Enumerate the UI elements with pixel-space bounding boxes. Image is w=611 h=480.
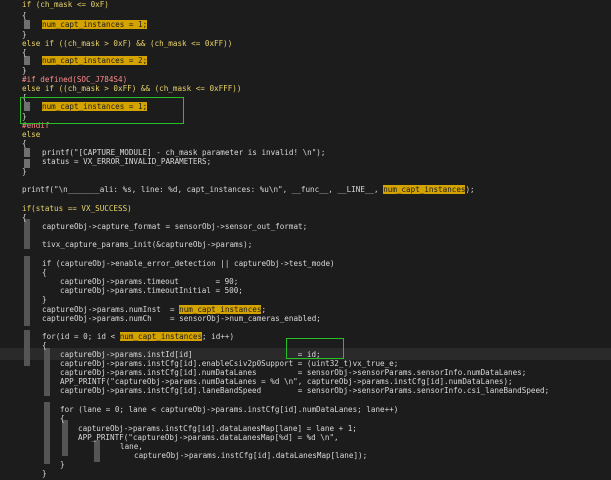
code-text: { bbox=[42, 341, 47, 350]
code-line[interactable]: { bbox=[22, 10, 27, 22]
gutter-block bbox=[62, 420, 68, 456]
code-line[interactable]: else if ((ch_mask > 0xFF) && (ch_mask <=… bbox=[22, 83, 241, 95]
code-line[interactable]: { bbox=[22, 212, 27, 224]
code-text: captureObj->params.instCfg[id].dataLanes… bbox=[134, 451, 368, 460]
code-text: } bbox=[42, 295, 47, 304]
code-line[interactable]: captureObj->capture_format = sensorObj->… bbox=[42, 221, 307, 233]
search-match: num_capt_instances bbox=[383, 185, 466, 194]
code-line[interactable]: } bbox=[60, 459, 65, 471]
code-text: for (lane = 0; lane < captureObj->params… bbox=[60, 405, 399, 414]
code-text: captureObj->params.timeoutInitial = 500; bbox=[60, 286, 243, 295]
code-text: for(id = 0; id < num_capt_instances; id+… bbox=[42, 332, 235, 341]
code-text: else if ((ch_mask > 0xFF) && (ch_mask <=… bbox=[22, 84, 242, 93]
code-text: { bbox=[60, 414, 65, 423]
code-line[interactable]: tivx_capture_params_init(&captureObj->pa… bbox=[42, 239, 252, 251]
code-text: APP_PRINTF("captureObj->params.dataLanes… bbox=[78, 433, 339, 442]
code-text: captureObj->params.instCfg[id].laneBandS… bbox=[60, 386, 550, 395]
code-line[interactable]: } bbox=[42, 468, 47, 480]
code-text: if(status == VX_SUCCESS) bbox=[22, 204, 132, 213]
code-text: { bbox=[42, 268, 47, 277]
code-line[interactable]: for (lane = 0; lane < captureObj->params… bbox=[60, 404, 398, 416]
code-text: { bbox=[22, 48, 27, 57]
code-line[interactable]: { bbox=[22, 47, 27, 59]
code-text: status = VX_ERROR_INVALID_PARAMETERS; bbox=[42, 157, 212, 166]
code-line[interactable]: else if ((ch_mask > 0xF) && (ch_mask <= … bbox=[22, 38, 232, 50]
gutter-block bbox=[44, 402, 50, 464]
code-line[interactable]: { bbox=[42, 340, 47, 352]
code-line[interactable]: num_capt_instances = 1; bbox=[42, 19, 148, 31]
code-line[interactable]: printf("\n_______ali: %s, line: %d, capt… bbox=[22, 184, 475, 196]
code-line[interactable]: { bbox=[60, 413, 65, 425]
code-line[interactable]: captureObj->params.instCfg[id].dataLanes… bbox=[134, 450, 367, 462]
annotation-box bbox=[20, 97, 184, 124]
gutter-block bbox=[24, 256, 30, 326]
gutter-block bbox=[44, 348, 50, 396]
code-text: captureObj->capture_format = sensorObj->… bbox=[42, 222, 308, 231]
code-text: { bbox=[22, 213, 27, 222]
annotation-box bbox=[286, 338, 344, 359]
code-text: if (captureObj->enable_error_detection |… bbox=[42, 259, 335, 268]
code-line[interactable]: status = VX_ERROR_INVALID_PARAMETERS; bbox=[42, 156, 211, 168]
code-text: printf("\n_______ali: %s, line: %d, capt… bbox=[22, 185, 475, 194]
code-text: } bbox=[22, 167, 27, 176]
code-text: else if ((ch_mask > 0xF) && (ch_mask <= … bbox=[22, 39, 233, 48]
code-line[interactable]: captureObj->params.numCh = sensorObj->nu… bbox=[42, 313, 321, 325]
code-line[interactable]: } bbox=[22, 166, 27, 178]
code-text: { bbox=[22, 11, 27, 20]
gutter-block bbox=[24, 330, 30, 366]
code-text: tivx_capture_params_init(&captureObj->pa… bbox=[42, 240, 253, 249]
code-line[interactable]: APP_PRINTF("captureObj->params.dataLanes… bbox=[78, 432, 339, 444]
code-text: { bbox=[22, 139, 27, 148]
code-text: } bbox=[60, 460, 65, 469]
search-match: num_capt_instances = 1; bbox=[42, 20, 148, 29]
code-line[interactable]: { bbox=[42, 267, 47, 279]
gutter-block bbox=[24, 237, 30, 249]
code-line[interactable]: if(status == VX_SUCCESS) bbox=[22, 203, 132, 215]
code-line[interactable]: if (ch_mask <= 0xF) bbox=[22, 0, 109, 11]
code-line[interactable]: captureObj->params.instCfg[id].laneBandS… bbox=[60, 385, 549, 397]
search-match: num_capt_instances = 2; bbox=[42, 56, 148, 65]
code-text: captureObj->params.numCh = sensorObj->nu… bbox=[42, 314, 321, 323]
code-line[interactable]: for(id = 0; id < num_capt_instances; id+… bbox=[42, 331, 234, 343]
code-editor[interactable]: if (ch_mask <= 0xF) { num_capt_instances… bbox=[0, 0, 611, 480]
code-line[interactable]: captureObj->params.timeoutInitial = 500; bbox=[60, 285, 243, 297]
search-match: num_capt_instances bbox=[119, 332, 203, 341]
code-text: if (ch_mask <= 0xF) bbox=[22, 0, 109, 9]
code-line[interactable]: num_capt_instances = 2; bbox=[42, 55, 148, 67]
code-line[interactable]: { bbox=[22, 138, 27, 150]
code-text: } bbox=[42, 469, 47, 478]
code-line[interactable]: if (captureObj->enable_error_detection |… bbox=[42, 258, 335, 270]
